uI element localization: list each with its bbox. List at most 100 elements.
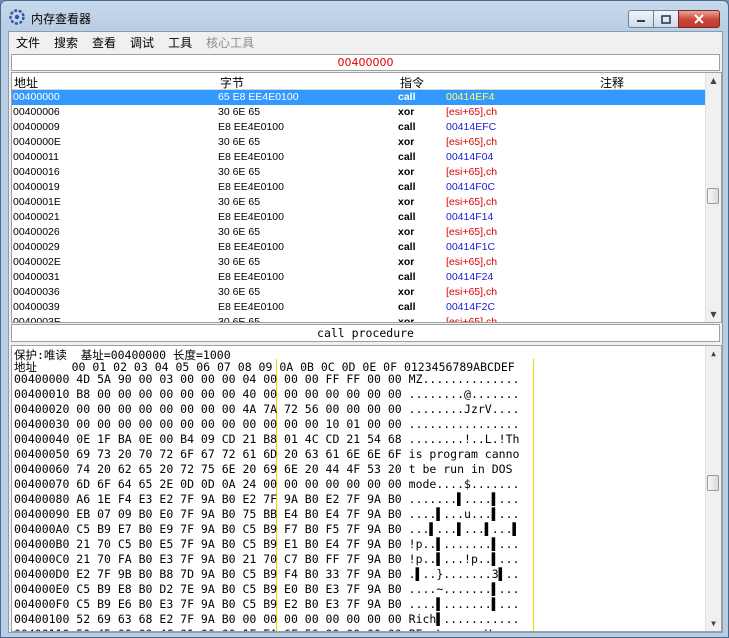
disasm-row[interactable]: 00400026 30 6E 65 xor [esi+65],ch bbox=[12, 225, 705, 240]
title-bar[interactable]: 内存查看器 bbox=[1, 1, 728, 31]
scroll-thumb[interactable] bbox=[707, 475, 719, 491]
disasm-row[interactable]: 00400016 30 6E 65 xor [esi+65],ch bbox=[12, 165, 705, 180]
row-opcode: call bbox=[398, 181, 416, 193]
menu-tools[interactable]: 工具 bbox=[161, 34, 199, 51]
row-address: 00400019 bbox=[13, 181, 60, 193]
hex-row[interactable]: 00400010 B8 00 00 00 00 00 00 00 40 00 0… bbox=[14, 387, 519, 402]
disasm-row[interactable]: 00400000 65 E8 EE4E0100 call 00414EF4 bbox=[12, 90, 705, 105]
row-opcode: xor bbox=[398, 286, 415, 298]
hex-row[interactable]: 00400090 EB 07 09 B0 E0 7F 9A B0 75 BB E… bbox=[14, 507, 519, 522]
header-comment[interactable]: 注释 bbox=[600, 74, 624, 91]
hex-row[interactable]: 00400030 00 00 00 00 00 00 00 00 00 00 0… bbox=[14, 417, 519, 432]
menu-search[interactable]: 搜索 bbox=[47, 34, 85, 51]
menu-file[interactable]: 文件 bbox=[9, 34, 47, 51]
menu-debug[interactable]: 调试 bbox=[123, 34, 161, 51]
close-button[interactable] bbox=[678, 10, 720, 28]
scroll-down-icon[interactable]: ▼ bbox=[706, 616, 721, 631]
scroll-thumb[interactable] bbox=[707, 188, 719, 204]
scroll-up-icon[interactable]: ▲ bbox=[706, 73, 721, 88]
operand-register: ,ch bbox=[483, 196, 498, 208]
row-address: 00400011 bbox=[13, 151, 59, 163]
header-address[interactable]: 地址 bbox=[14, 74, 38, 91]
row-operand: [esi+65],ch bbox=[446, 165, 497, 180]
row-opcode: call bbox=[398, 91, 416, 103]
row-opcode: xor bbox=[398, 196, 415, 208]
row-address: 00400039 bbox=[13, 301, 60, 313]
menu-view[interactable]: 查看 bbox=[85, 34, 123, 51]
disasm-row[interactable]: 00400006 30 6E 65 xor [esi+65],ch bbox=[12, 105, 705, 120]
header-bytes[interactable]: 字节 bbox=[220, 74, 244, 91]
operand-memory: [esi+65] bbox=[446, 226, 484, 238]
disasm-row[interactable]: 0040002E 30 6E 65 xor [esi+65],ch bbox=[12, 255, 705, 270]
menu-kernel-tools[interactable]: 核心工具 bbox=[199, 34, 261, 51]
hex-row[interactable]: 00400070 6D 6F 64 65 2E 0D 0D 0A 24 00 0… bbox=[14, 477, 519, 492]
row-bytes: 30 6E 65 bbox=[218, 196, 261, 208]
hex-row[interactable]: 00400110 50 45 00 00 4C 01 06 00 1F EA 6… bbox=[14, 627, 519, 631]
memory-viewer-window: 内存查看器 文件 搜索 查看 调试 工具 核心工具 00400000 地址 字节… bbox=[0, 0, 729, 638]
disasm-row[interactable]: 00400021 E8 EE4E0100 call 00414F14 bbox=[12, 210, 705, 225]
hex-row[interactable]: 00400000 4D 5A 90 00 03 00 00 00 04 00 0… bbox=[14, 372, 519, 387]
row-bytes: E8 EE4E0100 bbox=[218, 181, 284, 193]
hex-row[interactable]: 004000F0 C5 B9 E6 B0 E3 7F 9A B0 C5 B9 E… bbox=[14, 597, 519, 612]
row-operand: [esi+65],ch bbox=[446, 255, 497, 270]
disasm-row[interactable]: 00400011 E8 EE4E0100 call 00414F04 bbox=[12, 150, 705, 165]
hex-row[interactable]: 00400080 A6 1E F4 E3 E2 7F 9A B0 E2 7F 9… bbox=[14, 492, 519, 507]
disasm-row[interactable]: 00400039 E8 EE4E0100 call 00414F2C bbox=[12, 300, 705, 315]
hex-row[interactable]: 004000A0 C5 B9 E7 B0 E9 7F 9A B0 C5 B9 F… bbox=[14, 522, 519, 537]
scroll-down-icon[interactable]: ▼ bbox=[706, 307, 721, 322]
row-operand: 00414F24 bbox=[446, 271, 494, 283]
header-opcode[interactable]: 指令 bbox=[400, 74, 424, 91]
disasm-row[interactable]: 00400036 30 6E 65 xor [esi+65],ch bbox=[12, 285, 705, 300]
row-address: 00400000 bbox=[13, 91, 60, 103]
row-opcode: xor bbox=[398, 166, 415, 178]
disasm-row[interactable]: 00400029 E8 EE4E0100 call 00414F1C bbox=[12, 240, 705, 255]
hex-row[interactable]: 00400050 69 73 20 70 72 6F 67 72 61 6D 2… bbox=[14, 447, 519, 462]
operand-register: ,ch bbox=[483, 106, 498, 118]
maximize-button[interactable] bbox=[653, 10, 679, 28]
row-opcode: xor bbox=[398, 316, 415, 323]
hex-row[interactable]: 00400060 74 20 62 65 20 72 75 6E 20 69 6… bbox=[14, 462, 519, 477]
disasm-row[interactable]: 0040000E 30 6E 65 xor [esi+65],ch bbox=[12, 135, 705, 150]
disasm-row[interactable]: 00400019 E8 EE4E0100 call 00414F0C bbox=[12, 180, 705, 195]
minimize-icon bbox=[637, 20, 645, 22]
scroll-up-icon[interactable]: ▲ bbox=[706, 346, 721, 361]
row-operand: 00414F0C bbox=[446, 181, 496, 193]
hex-row[interactable]: 004000B0 21 70 C5 B0 E5 7F 9A B0 C5 B9 E… bbox=[14, 537, 519, 552]
row-operand: [esi+65],ch bbox=[446, 285, 497, 300]
operand-register: ,ch bbox=[483, 256, 498, 268]
row-address: 0040000E bbox=[13, 136, 61, 148]
hex-view[interactable]: 保护:唯读 基址=00400000 长度=1000 地址 00 01 02 03… bbox=[11, 345, 722, 632]
row-bytes: 30 6E 65 bbox=[218, 316, 261, 323]
operand-memory: [esi+65] bbox=[446, 136, 484, 148]
minimize-button[interactable] bbox=[628, 10, 654, 28]
row-opcode: call bbox=[398, 271, 416, 283]
hex-row[interactable]: 00400020 00 00 00 00 00 00 00 00 4A 7A 7… bbox=[14, 402, 519, 417]
disasm-scrollbar[interactable]: ▲ ▼ bbox=[705, 73, 721, 322]
hex-scrollbar[interactable]: ▲ ▼ bbox=[705, 346, 721, 631]
row-bytes: E8 EE4E0100 bbox=[218, 211, 284, 223]
row-bytes: 30 6E 65 bbox=[218, 136, 261, 148]
row-opcode: xor bbox=[398, 106, 415, 118]
row-opcode: xor bbox=[398, 256, 415, 268]
disassembler-view[interactable]: 地址 字节 指令 注释 00400000 65 E8 EE4E0100 call 00… bbox=[11, 72, 722, 323]
operand-memory: [esi+65] bbox=[446, 316, 484, 323]
row-bytes: 30 6E 65 bbox=[218, 166, 261, 178]
disasm-row[interactable]: 0040003E 30 6E 65 xor [esi+65],ch bbox=[12, 315, 705, 323]
maximize-icon bbox=[661, 14, 671, 24]
disasm-row[interactable]: 00400031 E8 EE4E0100 call 00414F24 bbox=[12, 270, 705, 285]
row-bytes: E8 EE4E0100 bbox=[218, 241, 284, 253]
hex-row[interactable]: 00400040 0E 1F BA 0E 00 B4 09 CD 21 B8 0… bbox=[14, 432, 519, 447]
hex-row[interactable]: 004000D0 E2 7F 9B B0 B8 7D 9A B0 C5 B9 F… bbox=[14, 567, 519, 582]
current-address-bar[interactable]: 00400000 bbox=[11, 54, 720, 71]
hex-row[interactable]: 004000E0 C5 B9 E8 B0 D2 7E 9A B0 C5 B9 E… bbox=[14, 582, 519, 597]
row-bytes: E8 EE4E0100 bbox=[218, 121, 284, 133]
row-address: 00400006 bbox=[13, 106, 60, 118]
client-area: 文件 搜索 查看 调试 工具 核心工具 00400000 地址 字节 指令 注释… bbox=[8, 31, 723, 633]
disasm-row[interactable]: 0040001E 30 6E 65 xor [esi+65],ch bbox=[12, 195, 705, 210]
row-bytes: E8 EE4E0100 bbox=[218, 271, 284, 283]
row-operand: 00414F04 bbox=[446, 151, 494, 163]
hex-row[interactable]: 004000C0 21 70 FA B0 E3 7F 9A B0 21 70 C… bbox=[14, 552, 519, 567]
hex-row[interactable]: 00400100 52 69 63 68 E2 7F 9A B0 00 00 0… bbox=[14, 612, 519, 627]
disasm-row[interactable]: 00400009 E8 EE4E0100 call 00414EFC bbox=[12, 120, 705, 135]
row-address: 00400036 bbox=[13, 286, 60, 298]
